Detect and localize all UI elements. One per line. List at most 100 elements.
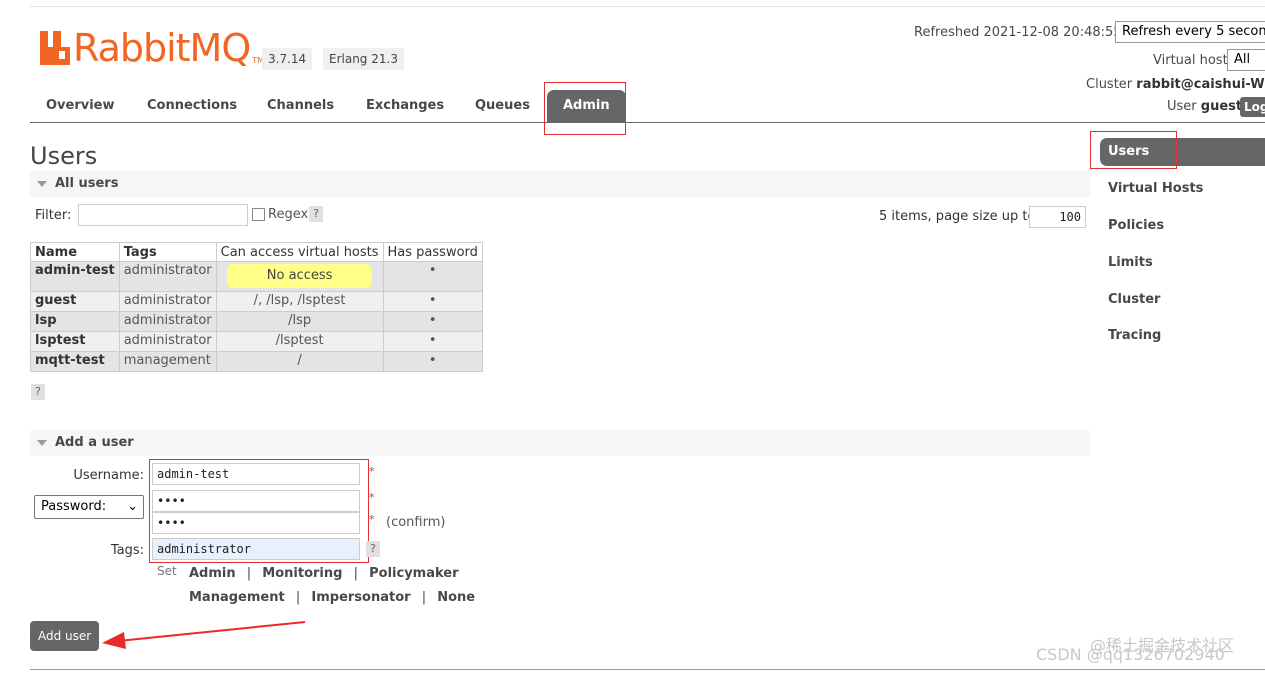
form-fields-highlight	[149, 459, 369, 563]
table-row: mqtt-test management / •	[30, 351, 483, 372]
add-user-section-title: Add a user	[30, 430, 1090, 456]
tags-label: Tags:	[110, 543, 144, 558]
chevron-down-icon: ⌄	[127, 499, 138, 514]
column-header-has-password: Has password	[382, 242, 483, 262]
version-badge: 3.7.14	[262, 48, 313, 70]
column-header-tags[interactable]: Tags	[118, 242, 217, 262]
user-name-link[interactable]: mqtt-test	[30, 351, 120, 372]
username-required-mark: *	[369, 465, 375, 478]
admin-tab-highlight	[544, 82, 626, 135]
table-row: admin-test administrator No access •	[30, 261, 483, 292]
page-title: Users	[30, 142, 98, 170]
add-user-section-header[interactable]: Add a user	[30, 430, 1090, 456]
tab-channels[interactable]: Channels	[259, 96, 342, 118]
regex-help-icon[interactable]: ?	[309, 206, 323, 222]
tab-queues[interactable]: Queues	[467, 96, 538, 118]
user-vhosts: /lsptest	[215, 331, 384, 352]
watermark-csdn: CSDN @qq1326702940	[1036, 645, 1225, 664]
user-name-link[interactable]: lsp	[30, 311, 120, 332]
user-label: User	[1167, 99, 1197, 114]
no-access-badge: No access	[226, 264, 373, 288]
has-password-dot: •	[382, 261, 483, 292]
sidebar-item-policies[interactable]: Policies	[1108, 218, 1164, 233]
user-vhosts: No access	[215, 261, 384, 292]
has-password-dot: •	[382, 291, 483, 312]
tag-options-row-1: Admin | Monitoring | Policymaker	[189, 566, 459, 581]
red-arrow-annotation-icon	[102, 621, 306, 649]
tag-option-impersonator[interactable]: Impersonator	[311, 590, 410, 605]
tag-option-monitoring[interactable]: Monitoring	[262, 566, 342, 581]
tag-options-row-2: Management | Impersonator | None	[189, 590, 475, 605]
password-type-select[interactable]: Password: ⌄	[34, 495, 144, 519]
all-users-section-header[interactable]: All users	[30, 171, 1090, 197]
filter-input[interactable]	[78, 204, 248, 226]
regex-label: Regex	[268, 207, 309, 222]
username-label: Username:	[73, 468, 144, 483]
table-row: lsp administrator /lsp •	[30, 311, 483, 332]
confirm-required-mark: *	[369, 513, 375, 526]
tag-option-management[interactable]: Management	[189, 590, 285, 605]
logout-button[interactable]: Log out	[1240, 97, 1265, 117]
cluster-label: Cluster	[1086, 77, 1133, 92]
table-help-icon[interactable]: ?	[31, 384, 45, 400]
add-user-button[interactable]: Add user	[30, 621, 100, 651]
has-password-dot: •	[382, 331, 483, 352]
has-password-dot: •	[382, 311, 483, 332]
user-tags: administrator	[118, 331, 217, 352]
tab-overview[interactable]: Overview	[38, 96, 123, 118]
user-vhosts: /, /lsp, /lsptest	[215, 291, 384, 312]
user-name: guest	[1200, 99, 1243, 114]
user-name-link[interactable]: lsptest	[30, 331, 120, 352]
user-tags: administrator	[118, 261, 217, 292]
sidebar-item-virtual-hosts[interactable]: Virtual Hosts	[1108, 181, 1203, 196]
users-sidebar-highlight	[1090, 131, 1177, 169]
password-required-mark: *	[369, 491, 375, 504]
sidebar-item-limits[interactable]: Limits	[1108, 255, 1153, 270]
top-divider	[30, 6, 1265, 7]
sidebar-item-tracing[interactable]: Tracing	[1108, 328, 1161, 343]
tag-option-policymaker[interactable]: Policymaker	[369, 566, 458, 581]
tags-help-icon[interactable]: ?	[366, 541, 380, 557]
virtual-host-label: Virtual host	[1153, 53, 1228, 68]
confirm-label: (confirm)	[386, 515, 446, 530]
user-name-link[interactable]: guest	[30, 291, 120, 312]
user-vhosts: /lsp	[215, 311, 384, 332]
tag-separator: |	[421, 590, 427, 605]
tab-exchanges[interactable]: Exchanges	[358, 96, 452, 118]
user-tags: administrator	[118, 291, 217, 312]
refresh-interval-select[interactable]: Refresh every 5 seconds	[1115, 21, 1265, 43]
sidebar-item-cluster[interactable]: Cluster	[1108, 292, 1160, 307]
all-users-section-title: All users	[30, 171, 1090, 197]
column-header-vhosts: Can access virtual hosts	[215, 242, 384, 262]
current-user-info: User guest	[1167, 99, 1242, 114]
tag-separator: |	[295, 590, 301, 605]
tabs-underline	[30, 122, 1265, 123]
tag-option-none[interactable]: None	[437, 590, 475, 605]
user-tags: administrator	[118, 311, 217, 332]
table-header-row: Name Tags Can access virtual hosts Has p…	[30, 242, 483, 262]
users-table: Name Tags Can access virtual hosts Has p…	[30, 242, 483, 372]
rabbitmq-logo-icon	[40, 31, 70, 67]
rabbitmq-logo[interactable]: RabbitMQ TM	[40, 28, 264, 68]
logo-text: RabbitMQ	[73, 26, 251, 70]
set-tags-label: Set	[157, 564, 177, 578]
tag-separator: |	[353, 566, 358, 581]
erlang-badge: Erlang 21.3	[323, 48, 404, 70]
bottom-divider	[30, 669, 1265, 670]
pagination-text: 5 items, page size up to	[879, 209, 1036, 224]
tab-connections[interactable]: Connections	[139, 96, 245, 118]
table-row: guest administrator /, /lsp, /lsptest •	[30, 291, 483, 312]
table-row: lsptest administrator /lsptest •	[30, 331, 483, 352]
user-tags: management	[118, 351, 217, 372]
virtual-host-select[interactable]: All	[1227, 49, 1265, 71]
column-header-name[interactable]: Name	[30, 242, 120, 262]
page-size-input[interactable]	[1029, 206, 1086, 228]
password-type-label: Password:	[41, 499, 107, 514]
user-vhosts: /	[215, 351, 384, 372]
regex-checkbox[interactable]	[252, 208, 265, 221]
user-name-link[interactable]: admin-test	[30, 261, 120, 292]
cluster-name: rabbit@caishui-Win	[1136, 77, 1265, 92]
refreshed-timestamp: Refreshed 2021-12-08 20:48:55	[914, 25, 1122, 40]
tag-option-admin[interactable]: Admin	[189, 566, 236, 581]
has-password-dot: •	[382, 351, 483, 372]
